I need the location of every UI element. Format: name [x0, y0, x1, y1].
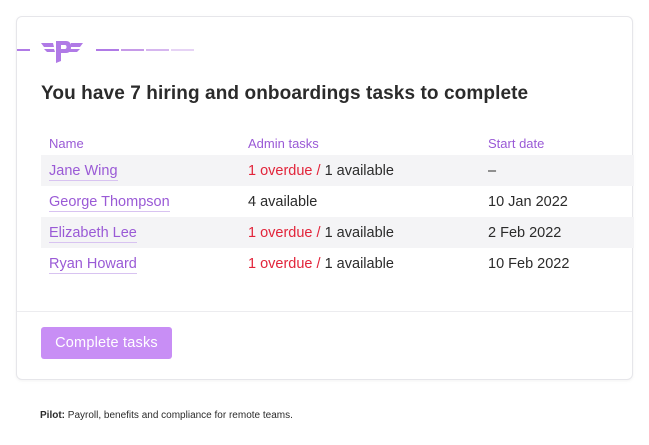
overdue-count: 1 overdue /: [248, 255, 321, 272]
table-header: Name Admin tasks Start date: [41, 131, 634, 155]
employee-link[interactable]: Elizabeth Lee: [49, 224, 137, 243]
employee-link[interactable]: Ryan Howard: [49, 255, 137, 274]
available-count: 4 available: [248, 193, 318, 210]
start-date: 10 Jan 2022: [488, 193, 568, 210]
complete-tasks-button[interactable]: Complete tasks: [41, 327, 172, 359]
progress-lines: [96, 49, 194, 51]
start-date: –: [488, 162, 497, 179]
progress-segment: [121, 49, 144, 51]
employee-link[interactable]: Jane Wing: [49, 162, 118, 181]
overdue-count: 1 overdue /: [248, 162, 321, 179]
available-count: 1 available: [324, 255, 394, 272]
employee-link[interactable]: George Thompson: [49, 193, 170, 212]
table-row: Jane Wing 1 overdue / 1 available –: [41, 155, 634, 186]
headline-prefix: You have: [41, 83, 131, 104]
available-count: 1 available: [324, 162, 394, 179]
tasks-table: Name Admin tasks Start date Jane Wing 1 …: [41, 131, 634, 279]
column-header-admin-tasks: Admin tasks: [248, 135, 319, 151]
page-title: You have 7 hiring and onboardings tasks …: [41, 83, 528, 105]
headline-highlight: 7 hiring and onboardings tasks: [130, 83, 416, 104]
divider: [17, 311, 632, 312]
table-row: Ryan Howard 1 overdue / 1 available 10 F…: [41, 248, 634, 279]
tasks-card: You have 7 hiring and onboardings tasks …: [16, 16, 634, 380]
footer-brand: Pilot:: [40, 410, 65, 421]
footer-text: Payroll, benefits and compliance for rem…: [65, 410, 293, 421]
headline-suffix: to complete: [415, 83, 529, 104]
table-row: George Thompson 4 available 10 Jan 2022: [41, 186, 634, 217]
table-row: Elizabeth Lee 1 overdue / 1 available 2 …: [41, 217, 634, 248]
progress-segment: [146, 49, 169, 51]
progress-segment: [171, 49, 194, 51]
column-header-start-date: Start date: [488, 135, 545, 151]
footer-note: Pilot: Payroll, benefits and compliance …: [40, 410, 293, 421]
pilot-winged-logo-icon: [41, 41, 83, 63]
accent-line: [17, 49, 30, 51]
start-date: 2 Feb 2022: [488, 224, 562, 241]
overdue-count: 1 overdue /: [248, 224, 321, 241]
progress-segment: [96, 49, 119, 51]
column-header-name: Name: [49, 135, 84, 151]
start-date: 10 Feb 2022: [488, 255, 570, 272]
available-count: 1 available: [324, 224, 394, 241]
